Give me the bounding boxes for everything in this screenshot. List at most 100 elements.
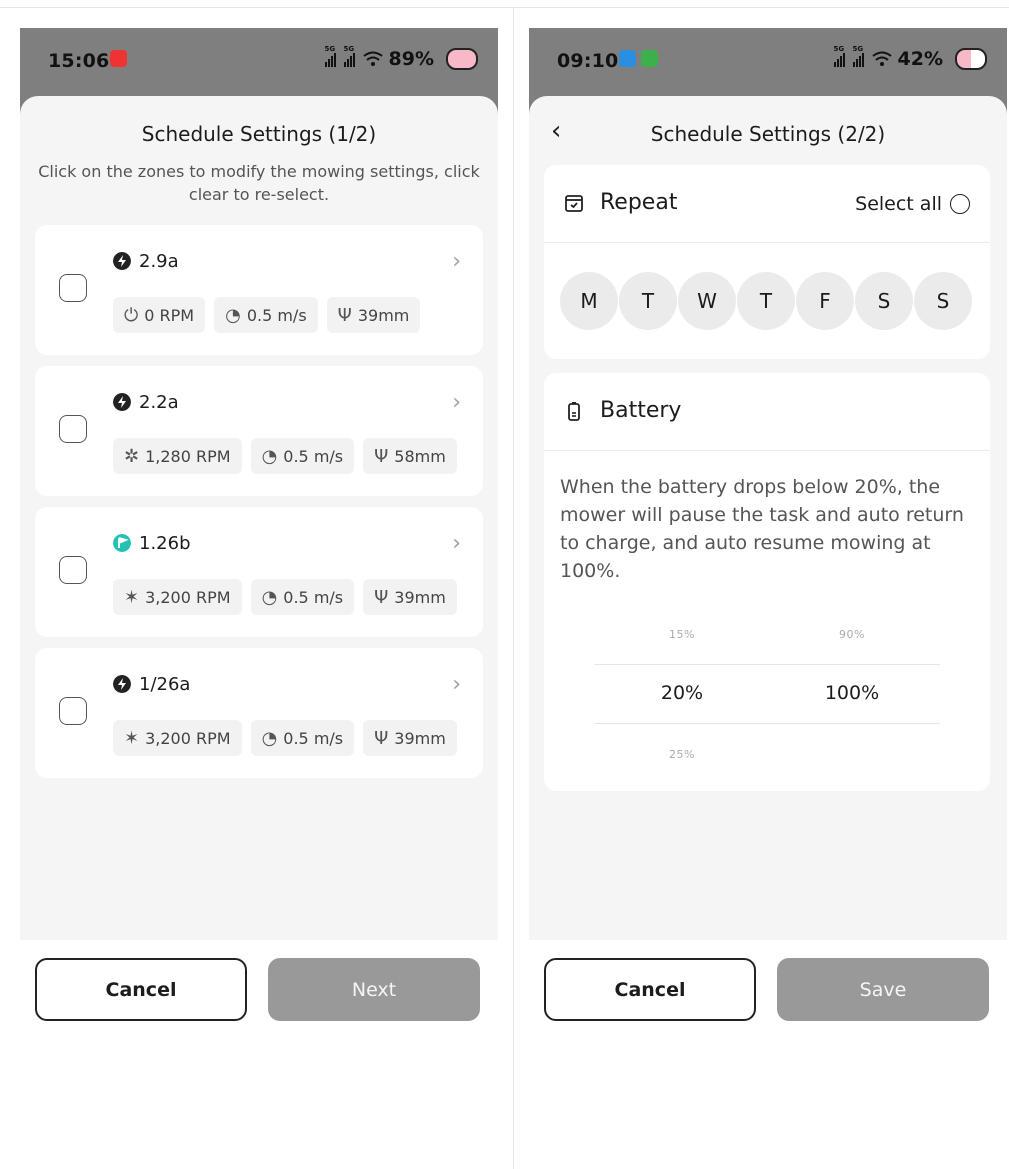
wifi-icon xyxy=(362,51,383,66)
select-all-toggle[interactable]: Select all xyxy=(855,193,970,215)
day-sunday[interactable]: S xyxy=(914,272,972,330)
grass-icon: Ψ xyxy=(374,445,389,467)
chevron-right-icon[interactable]: › xyxy=(452,390,461,415)
battery-header: Battery xyxy=(544,373,990,451)
low-threshold-below[interactable]: 25% xyxy=(622,748,742,761)
height-chip: Ψ 58mm xyxy=(363,438,457,474)
zone-settings: ✲ 1,280 RPM ◔ 0.5 m/s Ψ 58mm xyxy=(113,438,457,474)
picker-divider xyxy=(594,723,940,724)
status-right: 5G 5G 42% xyxy=(833,45,987,70)
notification-app-icon xyxy=(110,50,127,67)
cloud-app-icon xyxy=(446,48,478,70)
frame-border xyxy=(0,7,1009,8)
speed-gauge-icon: ◔ xyxy=(225,304,241,326)
zone-checkbox[interactable] xyxy=(59,415,87,443)
power-icon: ⏻ xyxy=(124,304,139,326)
select-all-label: Select all xyxy=(855,193,942,215)
day-monday[interactable]: M xyxy=(560,272,618,330)
battery-title: Battery xyxy=(600,398,682,423)
cancel-button[interactable]: Cancel xyxy=(544,958,756,1021)
zone-name: 2.2a xyxy=(139,392,179,413)
page-title: Schedule Settings (1/2) xyxy=(141,122,377,146)
next-button[interactable]: Next xyxy=(268,958,480,1021)
picker-divider xyxy=(594,664,940,665)
notification-app-icon xyxy=(619,50,636,67)
speed-gauge-icon: ◔ xyxy=(261,445,278,467)
zone-settings: ✶ 3,200 RPM ◔ 0.5 m/s Ψ 39mm xyxy=(113,579,457,615)
speed-chip: ◔ 0.5 m/s xyxy=(214,297,318,333)
zone-card[interactable]: 1/26a › ✶ 3,200 RPM ◔ 0.5 m/s Ψ 39mm xyxy=(35,648,483,778)
speed-chip: ◔ 0.5 m/s xyxy=(250,579,355,615)
speed-gauge-icon: ◔ xyxy=(261,586,278,608)
speed-chip: ◔ 0.5 m/s xyxy=(250,720,355,756)
chevron-right-icon[interactable]: › xyxy=(452,249,461,274)
high-threshold-above[interactable]: 90% xyxy=(792,628,912,641)
battery-card: Battery When the battery drops below 20%… xyxy=(544,373,990,791)
star-blade-icon: ✶ xyxy=(124,727,140,749)
zone-checkbox[interactable] xyxy=(59,274,87,302)
grass-icon: Ψ xyxy=(374,727,389,749)
status-time: 15:06 xyxy=(48,50,110,72)
day-saturday[interactable]: S xyxy=(855,272,913,330)
grass-icon: Ψ xyxy=(337,304,352,326)
day-thursday[interactable]: T xyxy=(737,272,795,330)
battery-icon xyxy=(568,402,580,421)
repeat-card: Repeat Select all M T W T F S S xyxy=(544,165,990,359)
notification-app-icon xyxy=(641,50,658,67)
lightning-icon xyxy=(113,393,131,411)
height-chip: Ψ 39mm xyxy=(363,720,457,756)
zone-settings: ⏻ 0 RPM ◔ 0.5 m/s Ψ 39mm xyxy=(113,297,421,333)
day-friday[interactable]: F xyxy=(796,272,854,330)
zone-name: 2.9a xyxy=(139,251,179,272)
select-all-radio[interactable] xyxy=(950,194,970,214)
signal-icon: 5G xyxy=(833,45,845,67)
lightning-icon xyxy=(113,252,131,270)
bottom-sheet: ‹ Schedule Settings (2/2) Repeat Select … xyxy=(529,96,1007,940)
cancel-button[interactable]: Cancel xyxy=(35,958,247,1021)
rpm-chip: ✶ 3,200 RPM xyxy=(113,720,242,756)
battery-description: When the battery drops below 20%, the mo… xyxy=(560,476,964,582)
bottom-sheet: Schedule Settings (1/2) Click on the zon… xyxy=(20,96,498,940)
save-button[interactable]: Save xyxy=(777,958,989,1021)
rpm-chip: ⏻ 0 RPM xyxy=(113,297,206,333)
flag-icon xyxy=(113,534,131,552)
star-blade-icon: ✶ xyxy=(124,586,140,608)
wifi-icon xyxy=(871,51,892,66)
lightning-icon xyxy=(113,675,131,693)
height-chip: Ψ 39mm xyxy=(326,297,421,333)
repeat-header: Repeat Select all xyxy=(544,165,990,243)
zone-card[interactable]: 2.9a › ⏻ 0 RPM ◔ 0.5 m/s Ψ 39mm xyxy=(35,225,483,355)
zone-checkbox[interactable] xyxy=(59,556,87,584)
zone-settings: ✶ 3,200 RPM ◔ 0.5 m/s Ψ 39mm xyxy=(113,720,457,756)
schedule-settings-step2-screen: 09:10 5G 5G 42% ‹ Schedule Settings (2/2… xyxy=(529,28,1007,1169)
zone-card[interactable]: 1.26b › ✶ 3,200 RPM ◔ 0.5 m/s Ψ 39mm xyxy=(35,507,483,637)
zone-name: 1.26b xyxy=(139,533,191,554)
grass-icon: Ψ xyxy=(374,586,389,608)
signal-icon: 5G xyxy=(343,45,355,67)
schedule-settings-step1-screen: 15:06 5G 5G 89% Schedule Settings (1/2) … xyxy=(20,28,498,1169)
page-title: Schedule Settings (2/2) xyxy=(650,122,886,146)
high-threshold-selected[interactable]: 100% xyxy=(792,682,912,704)
chevron-right-icon[interactable]: › xyxy=(452,672,461,697)
battery-percent: 42% xyxy=(897,48,943,70)
height-chip: Ψ 39mm xyxy=(363,579,457,615)
calendar-icon xyxy=(565,195,583,212)
chevron-right-icon[interactable]: › xyxy=(452,531,461,556)
cloud-app-icon xyxy=(955,48,987,70)
screen-divider xyxy=(513,7,514,1169)
rpm-chip: ✲ 1,280 RPM xyxy=(113,438,242,474)
zone-checkbox[interactable] xyxy=(59,697,87,725)
signal-icon: 5G xyxy=(852,45,864,67)
fan-icon: ✲ xyxy=(124,445,140,467)
day-tuesday[interactable]: T xyxy=(619,272,677,330)
zone-name: 1/26a xyxy=(139,674,191,695)
page-subtitle: Click on the zones to modify the mowing … xyxy=(38,162,480,204)
speed-gauge-icon: ◔ xyxy=(261,727,278,749)
low-threshold-above[interactable]: 15% xyxy=(622,628,742,641)
zone-card[interactable]: 2.2a › ✲ 1,280 RPM ◔ 0.5 m/s Ψ 58mm xyxy=(35,366,483,496)
low-threshold-selected[interactable]: 20% xyxy=(622,682,742,704)
rpm-chip: ✶ 3,200 RPM xyxy=(113,579,242,615)
repeat-title: Repeat xyxy=(600,190,678,215)
battery-percent: 89% xyxy=(388,48,434,70)
day-wednesday[interactable]: W xyxy=(678,272,736,330)
